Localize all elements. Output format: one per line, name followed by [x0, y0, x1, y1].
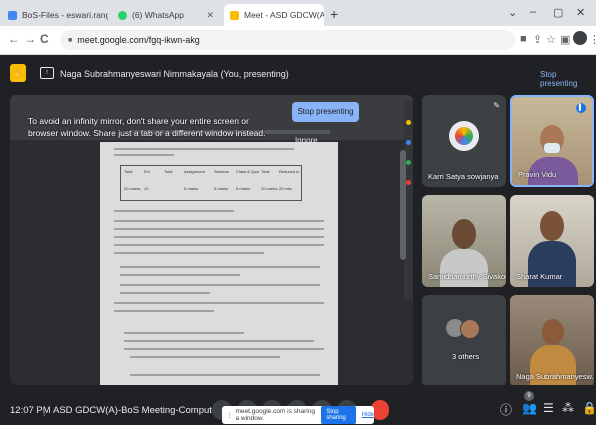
participant-tile[interactable]: Sharat Kumar: [510, 195, 594, 287]
people-icon[interactable]: 👥: [522, 401, 537, 415]
participant-name: Pravin Vidu: [518, 170, 557, 179]
url-text: meet.google.com/fgq-ikwn-akg: [77, 35, 200, 45]
people-count-badge: 9: [524, 391, 534, 401]
stop-presenting-button[interactable]: Stop presenting: [292, 102, 359, 122]
tab-meet[interactable]: Meet - ASD GDCW(A)-BoS I ● ✕: [224, 4, 324, 26]
doc-scrollbar[interactable]: [400, 150, 406, 260]
whatsapp-favicon-icon: [118, 10, 127, 20]
participant-face: [452, 219, 476, 249]
back-button[interactable]: ←: [8, 32, 20, 46]
participant-tile[interactable]: Samidhamurthy Sivakoti: [422, 195, 506, 287]
others-count: 3 others: [452, 352, 480, 361]
participant-name: Samidhamurthy Sivakoti: [428, 272, 506, 281]
participant-tile[interactable]: ▌ Pravin Vidu: [510, 95, 594, 187]
infinity-mirror-warning: To avoid an infinity mirror, don't share…: [28, 116, 266, 138]
participant-tile[interactable]: ✎ Karri Satya sowjanya: [422, 95, 506, 187]
bookmark-star-icon[interactable]: ☆: [546, 33, 556, 46]
maximize-button[interactable]: ▢: [553, 6, 563, 19]
sharing-notice-text: meet.google.com is sharing a window.: [235, 408, 316, 422]
tab-label: (6) WhatsApp: [132, 10, 184, 20]
close-window-button[interactable]: ✕: [576, 6, 585, 19]
camera-in-use-icon[interactable]: ■: [520, 33, 527, 45]
doc-marks-table: Total Ext Total Assignment Seminar Class…: [120, 165, 302, 201]
sharing-notice-bar: ⋮ meet.google.com is sharing a window. S…: [222, 406, 374, 424]
forward-button[interactable]: →: [24, 32, 36, 46]
present-hand-icon[interactable]: ✋: [10, 64, 26, 82]
new-tab-button[interactable]: +: [330, 6, 338, 22]
participant-tile[interactable]: Naga Subrahmanyesw...: [510, 295, 594, 387]
tab-bos-files[interactable]: BoS-Files - eswari.rangu@Gadg ✕: [2, 4, 108, 26]
hide-link[interactable]: Hide: [362, 412, 374, 418]
tab-whatsapp[interactable]: (6) WhatsApp ✕: [112, 4, 220, 26]
minimize-button[interactable]: –: [530, 6, 536, 18]
reload-button[interactable]: C: [40, 32, 49, 46]
meet-favicon-icon: [230, 10, 239, 20]
ignore-button[interactable]: Ignore: [295, 136, 318, 145]
info-icon[interactable]: ⓘ: [500, 401, 512, 418]
tab-label: BoS-Files - eswari.rangu@Gadg: [22, 10, 108, 20]
mic-off-icon: ✎: [493, 101, 500, 110]
participant-face: [540, 211, 564, 241]
host-controls-icon[interactable]: 🔒: [582, 401, 596, 415]
tab-search-dropdown-icon[interactable]: ⌄: [508, 6, 517, 19]
activities-icon[interactable]: ⁂: [562, 401, 574, 415]
participant-face: [542, 319, 564, 345]
meeting-title: ASD GDCW(A)-BoS Meeting-Computer S...: [53, 405, 238, 416]
participant-name: Naga Subrahmanyesw...: [516, 372, 594, 381]
share-icon[interactable]: ⇪: [533, 33, 542, 46]
presenter-label: Naga Subrahmanyeswari Nimmakayala (You, …: [60, 69, 289, 79]
avatar: [449, 121, 479, 151]
stop-sharing-button[interactable]: Stop sharing: [321, 406, 356, 424]
lock-icon: ■: [68, 36, 73, 44]
speaking-indicator-icon: ▌: [576, 103, 586, 113]
participant-name: Karri Satya sowjanya: [428, 172, 499, 181]
tab-close-icon[interactable]: ✕: [202, 10, 214, 21]
sidebar-icon[interactable]: ▣: [560, 33, 570, 46]
menu-kebab-icon[interactable]: ⋮: [589, 33, 596, 46]
avatar: [460, 319, 480, 339]
present-screen-icon: ↑: [40, 67, 54, 79]
participant-tile[interactable]: 3 others: [422, 295, 506, 387]
participant-name: Sharat Kumar: [516, 272, 563, 281]
drag-handle-icon[interactable]: ⋮: [226, 411, 233, 419]
participant-body: [440, 249, 488, 287]
title-separator: |: [43, 406, 46, 416]
face-mask: [544, 143, 560, 153]
stop-presenting-link[interactable]: Stop presenting: [540, 70, 596, 88]
url-omnibox[interactable]: ■ meet.google.com/fgq-ikwn-akg: [60, 30, 515, 50]
tab-label: Meet - ASD GDCW(A)-BoS I: [244, 10, 324, 20]
chat-icon[interactable]: ☰: [543, 401, 554, 415]
profile-avatar[interactable]: [573, 31, 587, 45]
drive-favicon-icon: [8, 10, 17, 20]
